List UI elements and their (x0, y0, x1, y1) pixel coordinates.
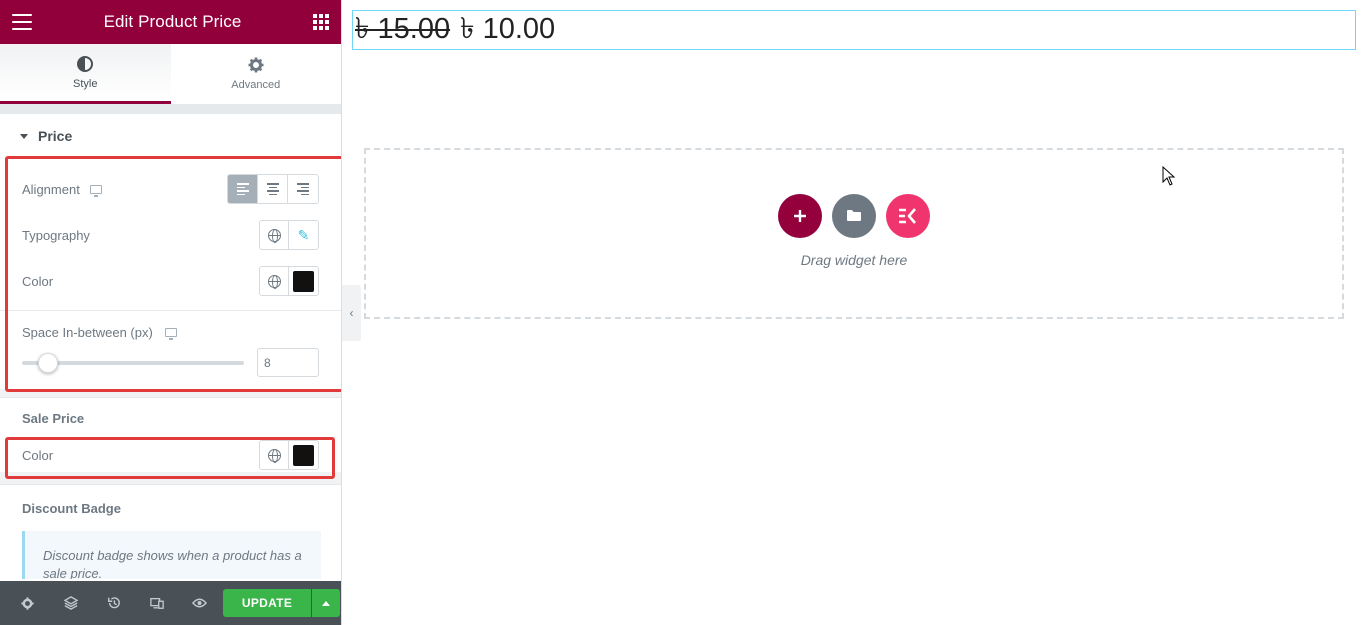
caret-up-icon (322, 600, 330, 606)
space-between-label: Space In-between (px) (22, 325, 153, 340)
preview-eye-icon[interactable] (178, 581, 221, 625)
discount-badge-heading: Discount Badge (0, 485, 341, 531)
discount-notice: Discount badge shows when a product has … (22, 531, 321, 579)
contrast-icon (77, 55, 94, 72)
add-section-button[interactable] (778, 193, 822, 238)
add-section-buttons (778, 193, 930, 238)
color-picker-button[interactable] (289, 441, 318, 469)
price-section-toggle[interactable]: Price (0, 114, 341, 158)
pencil-icon: ✎ (297, 226, 310, 243)
align-left-button[interactable] (228, 175, 258, 203)
space-input[interactable] (257, 348, 319, 377)
sale-color-control: Color (0, 438, 341, 472)
caret-down-icon (20, 133, 28, 139)
history-icon[interactable] (92, 581, 135, 625)
panel-header: Edit Product Price (0, 0, 341, 44)
section-spacer (0, 104, 341, 114)
regular-price: ৳ 15.00 (355, 12, 451, 45)
tab-style[interactable]: Style (0, 44, 171, 104)
global-color-button[interactable] (260, 267, 289, 295)
save-options-button[interactable] (312, 589, 340, 617)
folder-icon (847, 210, 861, 221)
globe-icon (267, 228, 281, 243)
edit-typography-button[interactable]: ✎ (289, 221, 318, 249)
menu-icon[interactable] (12, 14, 32, 30)
settings-icon[interactable] (6, 581, 49, 625)
update-button[interactable]: UPDATE (223, 589, 311, 617)
collapse-panel-button[interactable]: ‹ (342, 285, 361, 341)
chevron-left-icon: ‹ (349, 306, 354, 320)
tab-advanced-label: Advanced (231, 79, 281, 91)
tab-advanced[interactable]: Advanced (171, 44, 342, 104)
color-buttons (259, 266, 319, 296)
sale-price: ৳ 10.00 (460, 12, 556, 45)
divider (0, 310, 341, 311)
widgets-grid-icon[interactable] (312, 14, 329, 30)
alignment-control: Alignment (0, 166, 341, 212)
product-price-widget[interactable]: ৳ 15.00 ৳ 10.00 (352, 10, 1356, 50)
align-center-button[interactable] (258, 175, 288, 203)
discount-badge-controls: Discount Badge Discount badge shows when… (0, 485, 341, 589)
tab-style-label: Style (73, 77, 98, 90)
typography-buttons: ✎ (259, 220, 319, 250)
sale-color-buttons (259, 440, 319, 470)
elementskit-templates-button[interactable] (886, 193, 930, 238)
typography-label: Typography (22, 227, 90, 243)
alignment-choices (227, 174, 319, 204)
globe-icon (267, 448, 281, 463)
sale-color-label: Color (22, 447, 54, 463)
space-slider-track[interactable] (22, 352, 244, 373)
globe-icon (267, 274, 281, 289)
empty-section-dropzone[interactable]: Drag widget here (364, 148, 1344, 319)
drag-widget-hint: Drag widget here (800, 251, 908, 268)
responsive-icon[interactable] (135, 581, 178, 625)
panel-footer: UPDATE (0, 581, 341, 625)
elementskit-logo-icon (899, 207, 916, 224)
sale-price-heading: Sale Price (0, 398, 341, 438)
sale-price-controls: Sale Price Color (0, 398, 341, 472)
space-slider-handle[interactable] (38, 352, 59, 373)
space-between-control: Space In-between (px) (0, 317, 341, 389)
color-control: Color (0, 258, 341, 304)
global-typography-button[interactable] (260, 221, 289, 249)
plus-icon (794, 209, 806, 222)
global-color-button[interactable] (260, 441, 289, 469)
price-controls: Alignment Typography ✎ Color Space In-be… (0, 158, 341, 389)
color-picker-button[interactable] (289, 267, 318, 295)
color-swatch (293, 444, 314, 466)
mouse-cursor-icon (1162, 166, 1176, 186)
editor-panel: Edit Product Price Style Advanced Price … (0, 0, 342, 625)
desktop-icon[interactable] (89, 184, 102, 197)
color-label: Color (22, 273, 54, 289)
panel-tabs: Style Advanced (0, 44, 341, 104)
add-template-button[interactable] (832, 193, 876, 238)
typography-control: Typography ✎ (0, 212, 341, 258)
gear-icon (248, 57, 264, 73)
desktop-icon[interactable] (164, 328, 177, 340)
color-swatch (293, 270, 314, 292)
layers-icon[interactable] (49, 581, 92, 625)
alignment-label: Alignment (22, 181, 80, 197)
price-section-title: Price (38, 128, 73, 144)
align-right-button[interactable] (288, 175, 318, 203)
panel-title: Edit Product Price (103, 12, 242, 31)
